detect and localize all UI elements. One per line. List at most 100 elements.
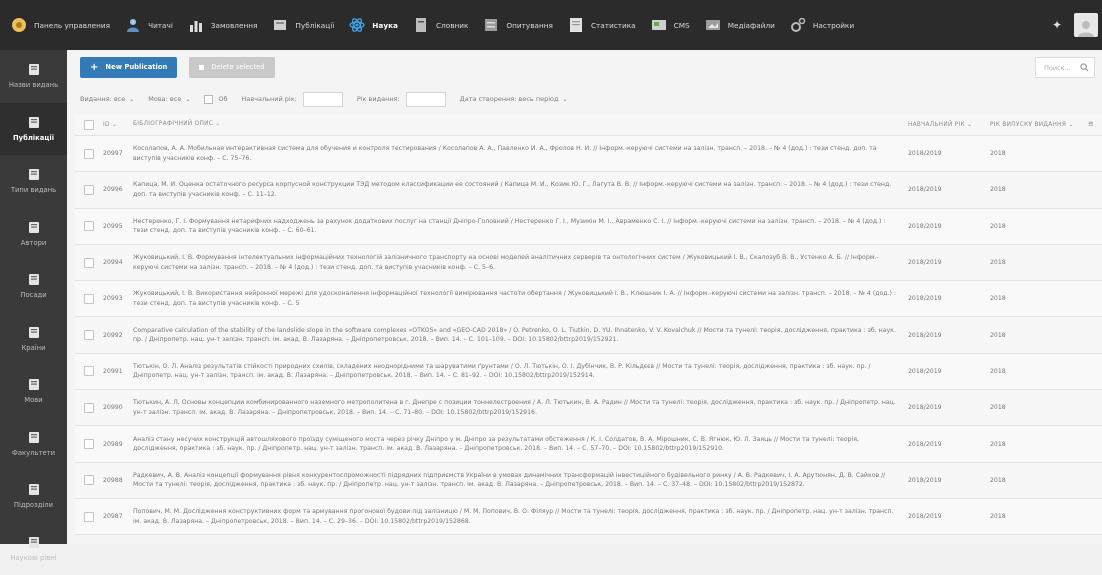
row-checkbox[interactable]	[84, 185, 94, 195]
table-row[interactable]: 20995Нестеренко, Г. І. Формування нетари…	[75, 209, 1102, 245]
folder-icon	[28, 378, 40, 391]
topnav-item-3[interactable]: Публікації	[261, 0, 338, 50]
sidebar-item-4[interactable]: Посади	[0, 260, 67, 313]
id-column-header[interactable]: ID ⌄	[103, 122, 133, 128]
topnav-item-2[interactable]: Замовлення	[177, 0, 262, 50]
topnav-item-6[interactable]: Опитування	[472, 0, 557, 50]
topnav-item-label: Замовлення	[211, 21, 258, 30]
sidebar-item-8[interactable]: Підрозділи	[0, 470, 67, 523]
ob-filter[interactable]: Об	[204, 95, 227, 104]
year-published-column-header[interactable]: РІК ВИПУСКУ ВИДАННЯ ⌄	[990, 122, 1080, 128]
sidebar-item-label: Підрозділи	[14, 501, 53, 509]
row-description: Жуковицький, І. В. Використання нейронно…	[133, 289, 896, 308]
row-academic-year: 2018/2019	[908, 295, 990, 302]
topnav-item-0[interactable]: Панель управления	[0, 0, 114, 50]
topnav-item-7[interactable]: Статистика	[557, 0, 640, 50]
table-row[interactable]: 20991Тютькін, О. Л. Аналіз результатів с…	[75, 354, 1102, 390]
topnav-item-4[interactable]: Наука	[338, 0, 402, 50]
row-year-published: 2018	[990, 295, 1080, 302]
sidebar-item-6[interactable]: Мови	[0, 365, 67, 418]
media-icon	[704, 17, 722, 33]
topnav-item-9[interactable]: Медіафайли	[694, 0, 779, 50]
avatar[interactable]	[1074, 13, 1098, 37]
description-column-header[interactable]: БІБЛІОГРАФІЧНИЙ ОПИС ⌄	[133, 120, 908, 130]
table-row[interactable]: 20987Попович, М. М. Дослідження конструк…	[75, 499, 1102, 535]
sidebar-item-7[interactable]: Факультети	[0, 418, 67, 471]
topnav-item-label: Опитування	[506, 21, 553, 30]
row-checkbox[interactable]	[84, 149, 94, 159]
row-checkbox[interactable]	[84, 403, 94, 413]
search-icon[interactable]	[1080, 63, 1089, 72]
dictionary-icon	[412, 17, 430, 33]
sidebar-item-0[interactable]: Назви видань	[0, 50, 67, 103]
topnav-item-10[interactable]: Настройки	[779, 0, 858, 50]
row-checkbox[interactable]	[84, 221, 94, 231]
row-id: 20992	[103, 332, 133, 339]
id-header-label: ID	[103, 122, 110, 128]
topnav-item-1[interactable]: Читачі	[114, 0, 177, 50]
ob-filter-label: Об	[218, 95, 227, 103]
delete-selected-button[interactable]: Delete selected	[189, 57, 275, 78]
settings-gears-icon	[789, 17, 807, 33]
sidebar-item-label: Наукові рівні	[10, 554, 56, 562]
table-row[interactable]: 20989Аналіз стану несучих конструкцій ав…	[75, 426, 1102, 462]
sort-icon: ⌄	[1068, 122, 1073, 128]
row-checkbox[interactable]	[84, 475, 94, 485]
row-description: Жуковицький, І. В. Формування інтелектуа…	[133, 253, 896, 272]
atom-icon	[348, 17, 366, 33]
language-filter[interactable]: Мова: все⌄	[148, 95, 190, 103]
row-id: 20994	[103, 259, 133, 266]
table-row[interactable]: 20988Радкевич, А. В. Аналіз концепції фо…	[75, 463, 1102, 499]
column-menu-icon[interactable]: ☰	[1080, 122, 1102, 128]
row-year-published: 2018	[990, 332, 1080, 339]
row-academic-year: 2018/2019	[908, 368, 990, 375]
ob-checkbox[interactable]	[204, 95, 213, 104]
sidebar-item-label: Мови	[24, 396, 42, 404]
delete-selected-label: Delete selected	[211, 63, 264, 71]
sidebar-item-label: Типи видань	[11, 186, 56, 194]
row-description-cell: Comparative calculation of the stability…	[133, 326, 908, 345]
topnav-item-5[interactable]: Словник	[402, 0, 472, 50]
table-row[interactable]: 20990Тютькин, А. Л. Основы концепции ком…	[75, 390, 1102, 426]
year-published-input[interactable]	[406, 92, 446, 107]
select-all-checkbox[interactable]	[84, 120, 94, 130]
folder-icon	[28, 168, 40, 181]
sidebar-item-3[interactable]: Автори	[0, 208, 67, 261]
row-id: 20993	[103, 295, 133, 302]
row-checkbox[interactable]	[84, 512, 94, 522]
row-checkbox-cell	[75, 366, 103, 376]
table-row[interactable]: 20994Жуковицький, І. В. Формування інтел…	[75, 245, 1102, 281]
row-academic-year: 2018/2019	[908, 477, 990, 484]
sidebar-item-2[interactable]: Типи видань	[0, 155, 67, 208]
folder-icon	[28, 431, 40, 444]
filters-bar: Видання: все⌄ Мова: все⌄ Об Навчальний р…	[67, 84, 1102, 114]
created-date-filter[interactable]: Дата створення: весь період⌄	[460, 95, 568, 103]
row-year-published: 2018	[990, 150, 1080, 157]
row-checkbox[interactable]	[84, 294, 94, 304]
chevron-down-icon: ⌄	[129, 96, 134, 103]
topnav-item-label: CMS	[674, 21, 690, 30]
row-year-published: 2018	[990, 368, 1080, 375]
year-published-filter: Рік видання:	[357, 92, 446, 107]
academic-year-input[interactable]	[303, 92, 343, 107]
sidebar-item-1[interactable]: Публікації	[0, 103, 67, 156]
sidebar-item-9[interactable]: Наукові рівні	[0, 523, 67, 575]
sidebar-item-5[interactable]: Країни	[0, 313, 67, 366]
table-row[interactable]: 20996Капица, М. И. Оценка остаточного ре…	[75, 172, 1102, 208]
topnav-item-8[interactable]: CMS	[640, 0, 694, 50]
edition-filter[interactable]: Видання: все⌄	[80, 95, 134, 103]
orders-chart-icon	[187, 17, 205, 33]
new-publication-button[interactable]: + New Publication	[80, 57, 177, 78]
table-row[interactable]: 20992Comparative calculation of the stab…	[75, 317, 1102, 353]
academic-year-column-header[interactable]: НАВЧАЛЬНИЙ РІК ⌄	[908, 122, 990, 128]
row-checkbox[interactable]	[84, 258, 94, 268]
row-id: 20997	[103, 150, 133, 157]
row-checkbox[interactable]	[84, 330, 94, 340]
search-input[interactable]: Поиск...	[1035, 57, 1095, 78]
table-row[interactable]: 20997Косолапов, А. А. Мобильная интеракт…	[75, 136, 1102, 172]
settings-icon[interactable]: ✦	[1052, 18, 1062, 32]
row-checkbox[interactable]	[84, 366, 94, 376]
row-checkbox[interactable]	[84, 439, 94, 449]
row-academic-year: 2018/2019	[908, 186, 990, 193]
table-row[interactable]: 20993Жуковицький, І. В. Використання ней…	[75, 281, 1102, 317]
